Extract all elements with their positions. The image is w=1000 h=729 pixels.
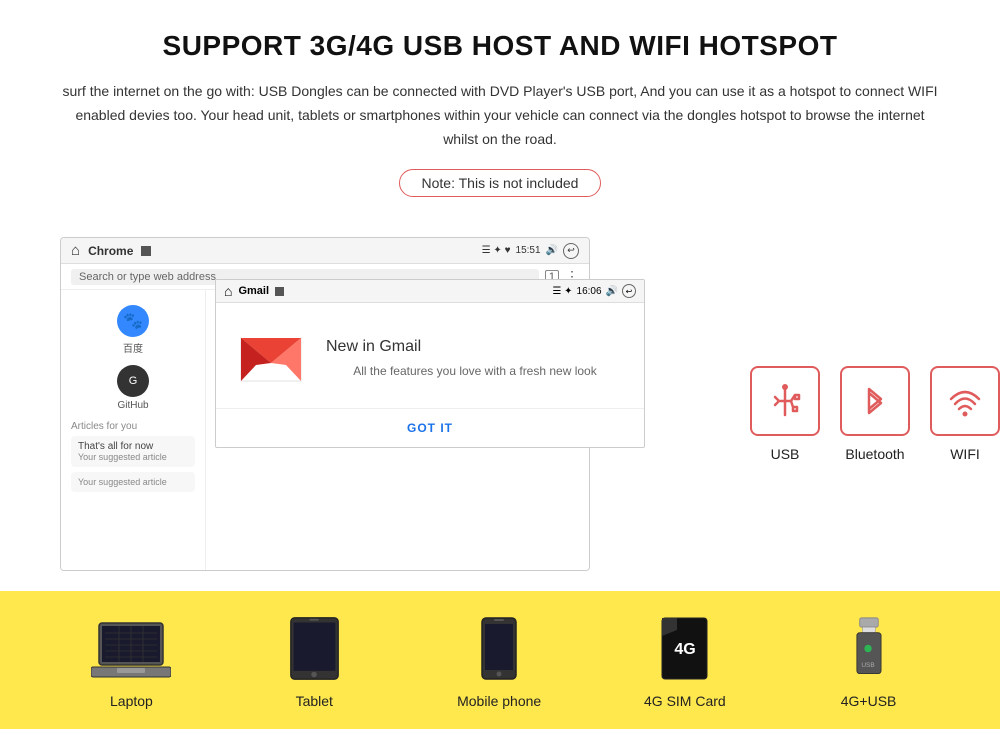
sim-icon: 4G — [645, 616, 725, 681]
laptop-icon — [91, 616, 171, 681]
gmail-logo — [236, 323, 306, 393]
usb-drive-label: 4G+USB — [841, 693, 897, 709]
gmail-app-name: Gmail — [238, 285, 269, 297]
card-2-sub: Your suggested article — [78, 477, 188, 487]
sim-item: 4G 4G SIM Card — [644, 616, 726, 709]
gmail-cta-button[interactable]: GOT IT — [216, 408, 644, 447]
volume-icon: 🔊 — [546, 245, 558, 256]
tablet-label: Tablet — [296, 693, 333, 709]
left-panel: 🐾 百度 G GitHub Articles for you That's al… — [61, 290, 206, 570]
chrome-app-name: Chrome — [88, 244, 133, 258]
phone-svg — [479, 616, 519, 681]
usb-label: USB — [771, 446, 800, 462]
note-box: Note: This is not included — [399, 169, 602, 197]
home-icon: ⌂ — [71, 242, 80, 259]
note-text: Note: This is not included — [422, 175, 579, 191]
bluetooth-icon-item: Bluetooth — [840, 366, 910, 462]
card-1-sub: Your suggested article — [78, 452, 188, 462]
wifi-label: WIFI — [950, 446, 980, 462]
clock: 15:51 — [516, 245, 541, 256]
screenshot-container: ⌂ Chrome ☰ ✦ ♥ 15:51 🔊 ↩ Search or type … — [60, 237, 710, 571]
card-2: Your suggested article — [71, 472, 195, 492]
gmail-subtitle: All the features you love with a fresh n… — [326, 364, 624, 378]
gmail-stop — [275, 287, 284, 296]
articles-label: Articles for you — [71, 421, 195, 432]
laptop-item: Laptop — [91, 616, 171, 709]
baidu-label: 百度 — [71, 340, 195, 355]
wifi-icon-box — [930, 366, 1000, 436]
github-app-item: G GitHub — [71, 365, 195, 411]
wifi-icon — [945, 381, 985, 421]
usb-drive-svg: USB — [851, 616, 886, 681]
back-nav: ↩ — [563, 243, 579, 259]
mobile-label: Mobile phone — [457, 693, 541, 709]
bluetooth-label: Bluetooth — [845, 446, 904, 462]
bluetooth-icon-box — [840, 366, 910, 436]
middle-row: ⌂ Chrome ☰ ✦ ♥ 15:51 🔊 ↩ Search or type … — [0, 237, 1000, 571]
github-label: GitHub — [71, 400, 195, 411]
tablet-icon — [274, 616, 354, 681]
gmail-home-icon: ⌂ — [224, 283, 232, 299]
usb-icon-item: USB — [750, 366, 820, 462]
usb-icon-box — [750, 366, 820, 436]
laptop-label: Laptop — [110, 693, 153, 709]
stop-square — [141, 246, 151, 256]
sim-label: 4G SIM Card — [644, 693, 726, 709]
mobile-item: Mobile phone — [457, 616, 541, 709]
gmail-content: New in Gmail All the features you love w… — [216, 303, 644, 408]
gmail-text-area: New in Gmail All the features you love w… — [326, 338, 624, 378]
gmail-title: New in Gmail — [326, 338, 624, 356]
baidu-app-item: 🐾 百度 — [71, 305, 195, 355]
top-section: SUPPORT 3G/4G USB HOST AND WIFI HOTSPOT … — [0, 0, 1000, 237]
tablet-svg — [287, 616, 342, 681]
laptop-svg — [91, 619, 171, 679]
gmail-status-bar: ⌂ Gmail ☰ ✦ 16:06 🔊 ↩ — [216, 280, 644, 303]
baidu-icon: 🐾 — [117, 305, 149, 337]
gmail-back: ↩ — [622, 284, 636, 298]
wifi-icon-item: WIFI — [930, 366, 1000, 462]
gmail-overlay: ⌂ Gmail ☰ ✦ 16:06 🔊 ↩ — [215, 279, 645, 448]
bottom-section: Laptop Tablet Mobile phone — [0, 591, 1000, 729]
mobile-icon — [459, 616, 539, 681]
usb-icon — [765, 381, 805, 421]
svg-text:4G: 4G — [675, 641, 696, 658]
sim-svg: 4G — [657, 616, 712, 681]
page-title: SUPPORT 3G/4G USB HOST AND WIFI HOTSPOT — [60, 30, 940, 62]
tablet-item: Tablet — [274, 616, 354, 709]
card-1-title: That's all for now — [78, 441, 188, 452]
bluetooth-icon — [855, 381, 895, 421]
usb-drive-item: USB 4G+USB — [829, 616, 909, 709]
gmail-clock: 16:06 — [577, 286, 602, 297]
chrome-status-bar: ⌂ Chrome ☰ ✦ ♥ 15:51 🔊 ↩ — [61, 238, 589, 264]
card-1: That's all for now Your suggested articl… — [71, 436, 195, 467]
github-icon: G — [117, 365, 149, 397]
gmail-vol: 🔊 — [606, 286, 618, 297]
svg-text:USB: USB — [861, 662, 874, 669]
status-icons: ☰ ✦ ♥ — [482, 245, 511, 256]
gmail-status-icons: ☰ ✦ — [552, 286, 572, 297]
usb-drive-icon: USB — [829, 616, 909, 681]
connectivity-icons: USB Bluetooth WIFI — [750, 346, 1000, 462]
description-text: surf the internet on the go with: USB Do… — [60, 80, 940, 151]
